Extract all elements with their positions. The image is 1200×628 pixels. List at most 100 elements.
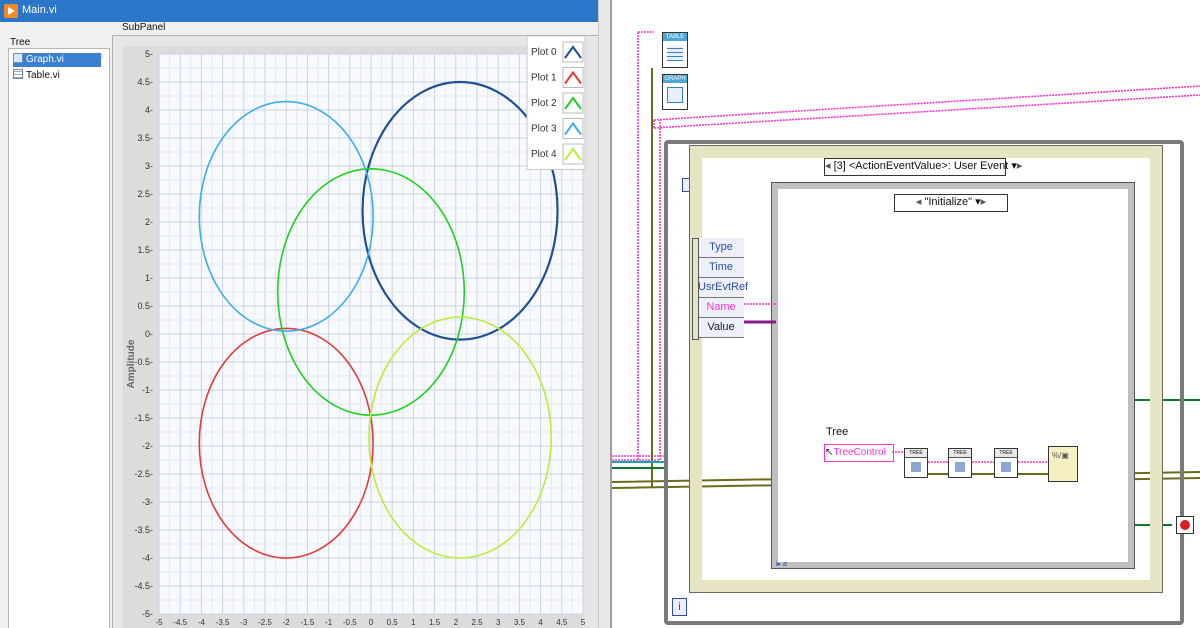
x-tick-label: 1 — [411, 618, 416, 627]
subvi-header: TREE — [949, 449, 971, 458]
block-diagram: TABLE GRAPH i ◂ [3] <ActionEventValue>: … — [612, 0, 1200, 628]
y-tick-label: -4- — [142, 553, 153, 563]
x-tick-label: -5 — [155, 618, 163, 627]
graph-vi-icon — [13, 53, 23, 63]
tree-control-label: TreeControl — [833, 447, 886, 458]
x-tick-label: -0.5 — [343, 618, 357, 627]
y-tick-label: 2.5- — [137, 189, 153, 199]
legend-swatch[interactable] — [562, 67, 584, 88]
case-left-arrow-icon[interactable]: ◂ — [916, 196, 922, 208]
window-title: Main.vi — [22, 4, 57, 16]
x-tick-label: -1 — [325, 618, 333, 627]
x-tick-label: 3 — [496, 618, 501, 627]
y-tick-label: -4.5- — [134, 581, 153, 591]
event-data-value[interactable]: Value — [698, 318, 744, 338]
x-tick-label: -3.5 — [216, 618, 230, 627]
x-tick-label: 3.5 — [514, 618, 526, 627]
x-tick-label: -2 — [283, 618, 291, 627]
front-panel: Main.vi Tree Graph.vi Table.vi ◇ SubPane… — [0, 0, 610, 628]
table-node[interactable]: TABLE — [662, 32, 688, 68]
tree-control-reference[interactable]: ↖TreeControl — [824, 444, 894, 462]
y-tick-label: -1- — [142, 385, 153, 395]
graph-node-label: GRAPH — [663, 75, 687, 83]
format-subvi[interactable]: %/▣ — [1048, 446, 1078, 482]
legend-swatch[interactable] — [562, 92, 584, 114]
x-tick-label: -4.5 — [173, 618, 187, 627]
x-tick-label: -4 — [198, 618, 206, 627]
legend-label: Plot 4 — [531, 149, 557, 160]
tree-scroll-arrow-icon[interactable]: ◇ — [98, 52, 103, 60]
y-tick-label: 0.5- — [137, 301, 153, 311]
case-selector[interactable]: ◂ "Initialize" ▾▸ — [894, 194, 1008, 212]
x-tick-label: 2.5 — [471, 618, 483, 627]
tree-subvi-2[interactable]: TREE — [948, 448, 972, 478]
x-tick-label: 0.5 — [387, 618, 399, 627]
tree-item-graph-vi[interactable]: Graph.vi — [13, 53, 101, 67]
case-structure[interactable] — [771, 182, 1135, 569]
window-titlebar[interactable]: Main.vi — [0, 0, 610, 22]
legend-swatch[interactable] — [562, 118, 584, 139]
event-data-name[interactable]: Name — [698, 298, 744, 318]
format-subvi-icon: %/▣ — [1052, 451, 1069, 460]
legend-label: Plot 3 — [531, 124, 557, 135]
table-icon — [667, 45, 683, 61]
table-node-label: TABLE — [663, 33, 687, 41]
loop-iteration-terminal[interactable]: i — [672, 598, 687, 616]
tree-item-table-vi[interactable]: Table.vi — [13, 69, 101, 83]
selector-left-arrow-icon[interactable]: ◂ — [825, 160, 831, 172]
legend-swatch[interactable] — [562, 41, 584, 63]
y-tick-label: 1- — [145, 273, 153, 283]
tree-ref-label: Tree — [826, 426, 849, 438]
y-tick-label: -3- — [142, 497, 153, 507]
tree-subvi-icon — [955, 462, 965, 472]
x-tick-label: 5 — [581, 618, 586, 627]
tree-label: Tree — [10, 37, 31, 48]
y-axis-label: Amplitude — [126, 339, 137, 388]
legend-label: Plot 0 — [531, 47, 557, 58]
tree-item-label: Graph.vi — [26, 54, 64, 65]
y-tick-label: -0.5- — [134, 357, 153, 367]
subvi-header: TREE — [995, 449, 1017, 458]
x-tick-label: 4 — [538, 618, 543, 627]
x-tick-label: 1.5 — [429, 618, 441, 627]
x-tick-label: -3 — [240, 618, 248, 627]
event-selector[interactable]: ◂ [3] <ActionEventValue>: User Event ▾▸ — [824, 158, 1022, 176]
graph-icon — [667, 87, 683, 103]
tree-control[interactable]: Graph.vi Table.vi — [8, 48, 110, 628]
case-selector-label: "Initialize" — [924, 196, 973, 208]
y-tick-label: 4.5- — [137, 77, 153, 87]
tree-subvi-1[interactable]: TREE — [904, 448, 928, 478]
case-tunnel-label: i▸ a — [776, 561, 787, 568]
y-tick-label: -2- — [142, 441, 153, 451]
y-tick-label: 5- — [145, 49, 153, 59]
event-selector-label: [3] <ActionEventValue>: User Event — [833, 160, 1009, 172]
stop-terminal[interactable] — [1176, 516, 1194, 534]
legend-label: Plot 1 — [531, 73, 557, 84]
selector-right-arrow-icon[interactable]: ▸ — [1017, 160, 1023, 172]
tree-item-label: Table.vi — [26, 70, 60, 81]
y-tick-label: 3- — [145, 161, 153, 171]
y-tick-label: 3.5- — [137, 133, 153, 143]
plot-legend[interactable]: Plot 0 Plot 1 Plot 2 Plot 3 Plot 4 — [526, 36, 586, 170]
case-right-arrow-icon[interactable]: ▸ — [981, 196, 987, 208]
event-data-type[interactable]: Type — [698, 238, 744, 258]
event-data-time[interactable]: Time — [698, 258, 744, 278]
subvi-header: TREE — [905, 449, 927, 458]
legend-swatch[interactable] — [562, 143, 584, 165]
y-tick-label: 0- — [145, 329, 153, 339]
y-tick-label: -5- — [142, 609, 153, 619]
event-data-usrevtref[interactable]: UsrEvtRef — [698, 278, 748, 298]
tree-subvi-icon — [1001, 462, 1011, 472]
y-tick-label: 1.5- — [137, 245, 153, 255]
x-tick-label: -1.5 — [301, 618, 315, 627]
legend-label: Plot 2 — [531, 98, 557, 109]
x-tick-label: -2.5 — [258, 618, 272, 627]
subpanel-container: 5- 4.5- 4- 3.5- 3- 2.5- 2- 1.5- 1- 0.5- 0- -0.5- -1-… — [112, 35, 600, 628]
y-tick-label: -2.5- — [134, 469, 153, 479]
y-tick-label: 2- — [145, 217, 153, 227]
tree-subvi-3[interactable]: TREE — [994, 448, 1018, 478]
y-tick-label: -1.5- — [134, 413, 153, 423]
graph-node[interactable]: GRAPH — [662, 74, 688, 110]
labview-vi-icon — [4, 4, 18, 18]
xy-graph[interactable]: 5-4.5-4-3.5-3-2.5-2-1.5-1-0.5-0--0.5--1-… — [113, 36, 599, 628]
